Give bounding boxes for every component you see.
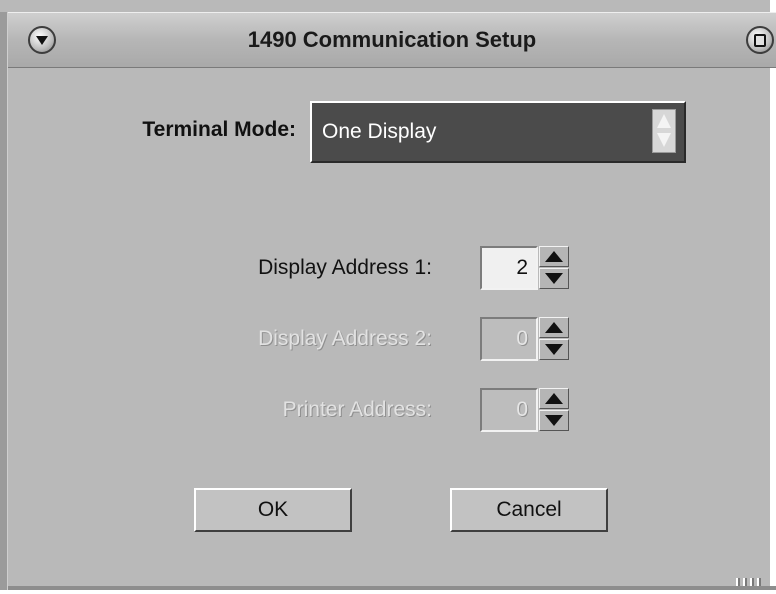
display-address-2-spinner [539, 317, 569, 361]
window-frame-left[interactable] [0, 12, 8, 590]
display-address-1-spinner [539, 246, 569, 290]
display-address-2-field[interactable]: 0 [480, 317, 538, 361]
display-address-1-up-icon[interactable] [539, 246, 569, 267]
display-address-2-up-icon[interactable] [539, 317, 569, 338]
printer-address-up-icon[interactable] [539, 388, 569, 409]
display-address-2-label: Display Address 2: [258, 327, 432, 350]
ok-button[interactable]: OK [194, 488, 352, 532]
display-address-2-down-icon[interactable] [539, 339, 569, 360]
resize-grip-icon[interactable] [736, 578, 764, 586]
dialog-window: 1490 Communication Setup Terminal Mode: … [0, 0, 776, 590]
printer-address-label: Printer Address: [282, 398, 432, 421]
terminal-mode-label: Terminal Mode: [142, 118, 296, 141]
cancel-button[interactable]: Cancel [450, 488, 608, 532]
display-address-1-down-icon[interactable] [539, 268, 569, 289]
terminal-mode-value: One Display [322, 120, 437, 143]
terminal-mode-select[interactable]: One Display [310, 101, 686, 163]
display-address-1-field[interactable]: 2 [480, 246, 538, 290]
maximize-icon[interactable] [746, 26, 774, 54]
window-title: 1490 Communication Setup [247, 27, 537, 52]
display-address-1-label: Display Address 1: [258, 256, 432, 279]
window-frame-bottom[interactable] [8, 586, 776, 590]
printer-address-field[interactable]: 0 [480, 388, 538, 432]
option-menu-arrows-icon [652, 109, 676, 153]
printer-address-spinner [539, 388, 569, 432]
title-bar[interactable]: 1490 Communication Setup [8, 12, 776, 68]
printer-address-down-icon[interactable] [539, 410, 569, 431]
